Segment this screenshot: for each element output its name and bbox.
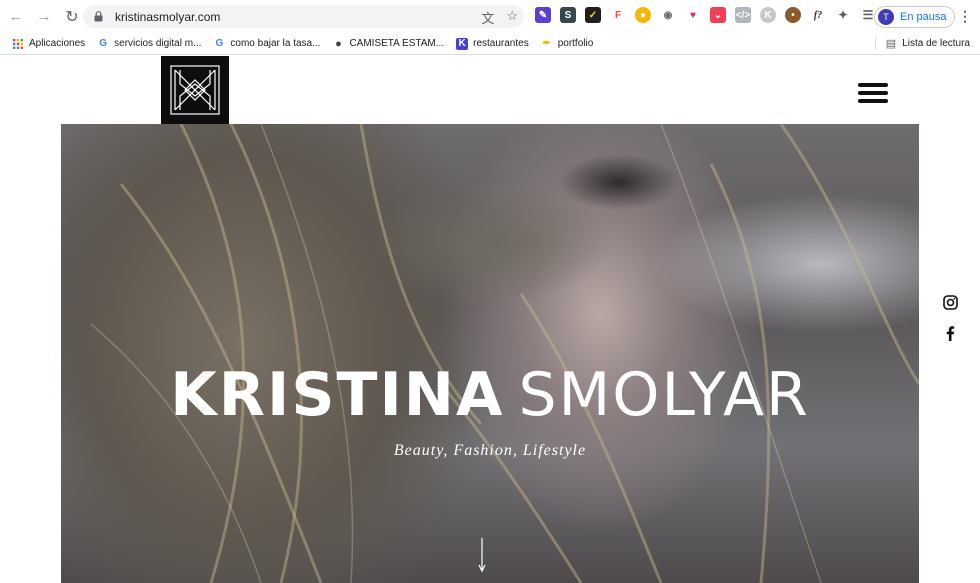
bookmark-servicios[interactable]: G servicios digital m... [97, 38, 201, 50]
bookmark-label: restaurantes [473, 38, 529, 49]
bookmark-label: servicios digital m... [114, 38, 202, 49]
profile-button[interactable]: T En pausa [874, 6, 956, 28]
globe-icon: ● [335, 37, 342, 50]
pen-nib-icon: ✒ [542, 38, 551, 49]
extensions-bar: ✎ S ✓ F ● ◉ ♥ ⌄ </> K • f? ✦ ☰ [535, 7, 876, 23]
bookmark-restaurantes[interactable]: K restaurantes [456, 37, 529, 50]
google-icon: G [99, 38, 108, 49]
social-links [941, 295, 959, 341]
forward-button[interactable]: → [32, 5, 56, 29]
fontfinder-icon[interactable]: f? [810, 7, 826, 23]
cookie-icon[interactable]: • [785, 7, 801, 23]
instagram-icon[interactable] [942, 295, 958, 310]
facebook-icon[interactable] [945, 326, 955, 341]
chat-icon[interactable]: ● [635, 7, 651, 23]
more-menu-icon[interactable]: ⋮ [958, 8, 972, 25]
heart-icon[interactable]: ♥ [685, 7, 701, 23]
hero-title: KRISTINA SMOLYAR [61, 360, 919, 430]
hero-first-name: KRISTINA [170, 360, 505, 430]
pocket-icon[interactable]: ⌄ [710, 7, 726, 23]
hero-last-name: SMOLYAR [518, 360, 810, 430]
bookmark-apps[interactable]: Aplicaciones [12, 38, 85, 50]
address-bar[interactable]: kristinasmolyar.com 文 ☆ [83, 5, 524, 28]
reading-list-button[interactable]: ▤ Lista de lectura [874, 37, 970, 50]
pen-icon[interactable]: ✎ [535, 7, 551, 23]
back-button[interactable]: ← [4, 5, 28, 29]
monogram-icon [170, 65, 220, 115]
bookmark-camiseta[interactable]: ● CAMISETA ESTAM... [332, 38, 444, 50]
bookmark-label: Aplicaciones [29, 38, 86, 49]
code-icon[interactable]: </> [735, 7, 751, 23]
lock-icon [93, 11, 103, 23]
reload-button[interactable]: ↻ [60, 5, 84, 29]
bookmark-label: como bajar la tasa... [230, 38, 321, 49]
camera-icon[interactable]: ◉ [660, 7, 676, 23]
figma-icon[interactable]: F [610, 7, 626, 23]
apps-grid-icon [12, 38, 24, 50]
bookmark-label: portfolio [557, 38, 594, 49]
reading-list-label: Lista de lectura [902, 38, 970, 49]
url-text: kristinasmolyar.com [115, 9, 221, 24]
s-icon[interactable]: S [560, 7, 576, 23]
profile-status: En pausa [900, 11, 947, 23]
site-logo[interactable] [161, 56, 229, 124]
bookmark-portfolio[interactable]: ✒ portfolio [541, 38, 594, 50]
k-icon: K [456, 37, 469, 50]
bookmarks-bar: Aplicaciones G servicios digital m... G … [0, 33, 980, 55]
bookmark-tasa[interactable]: G como bajar la tasa... [213, 38, 321, 50]
hero-video: KRISTINA SMOLYAR Beauty, Fashion, Lifesty… [61, 124, 919, 583]
scroll-down-arrow-icon[interactable] [478, 538, 486, 572]
browser-toolbar: ← → ↻ kristinasmolyar.com 文 ☆ ✎ S ✓ F ● … [0, 0, 980, 33]
avatar: T [878, 9, 894, 25]
puzzle-icon[interactable]: ✦ [835, 7, 851, 23]
hero-tagline: Beauty, Fashion, Lifestyle [393, 442, 587, 459]
bookmark-star-icon[interactable]: ☆ [506, 8, 518, 27]
google-icon: G [215, 38, 224, 49]
bookmark-label: CAMISETA ESTAM... [349, 38, 445, 49]
translate-icon[interactable]: 文 [481, 8, 494, 27]
check-icon[interactable]: ✓ [585, 7, 601, 23]
website: KRISTINA SMOLYAR Beauty, Fashion, Lifesty… [0, 55, 980, 583]
hair-strands [90, 124, 919, 583]
k-icon[interactable]: K [760, 7, 776, 23]
menu-hamburger-icon[interactable] [858, 83, 888, 103]
reading-list-icon: ▤ [885, 38, 897, 50]
